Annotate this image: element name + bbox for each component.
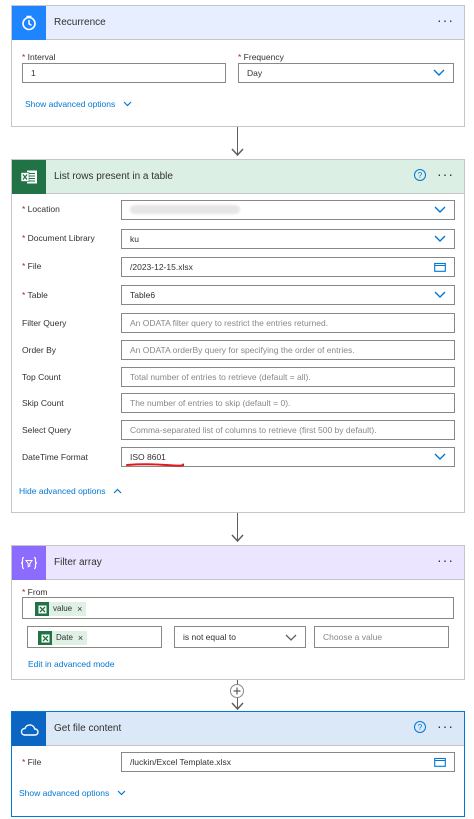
remove-token-icon[interactable]: × — [78, 629, 83, 647]
chevron-down-icon — [285, 634, 297, 641]
location-dropdown[interactable] — [121, 200, 455, 220]
filter-array-header[interactable]: Filter array ··· — [12, 546, 464, 580]
filter-array-more-icon[interactable]: ··· — [437, 553, 454, 567]
excel-icon-tile — [12, 160, 46, 194]
filter-query-label: Filter Query — [22, 318, 67, 328]
file-label: * File — [22, 261, 42, 271]
remove-token-icon[interactable]: × — [77, 600, 82, 618]
from-input[interactable]: value × — [22, 597, 454, 619]
add-step-button[interactable] — [230, 684, 244, 698]
datetime-format-label: DateTime Format — [22, 452, 88, 462]
get-file-value: /luckin/Excel Template.xlsx — [130, 757, 231, 767]
table-label: * Table — [22, 290, 48, 300]
red-underline-annotation — [126, 463, 184, 467]
list-rows-card: List rows present in a table ? ··· * Loc… — [11, 159, 465, 513]
excel-icon — [38, 631, 52, 646]
filter-array-title: Filter array — [54, 557, 102, 568]
top-count-label: Top Count — [22, 372, 61, 382]
folder-icon[interactable] — [434, 262, 446, 272]
date-token-label: Date — [56, 633, 73, 643]
help-icon[interactable]: ? — [414, 169, 426, 181]
location-label: * Location — [22, 204, 60, 214]
chevron-down-icon — [434, 453, 446, 460]
interval-input[interactable]: 1 — [22, 63, 226, 83]
frequency-label: * Frequency — [238, 52, 284, 62]
frequency-value: Day — [247, 68, 263, 78]
get-file-content-header[interactable]: Get file content ? ··· — [12, 712, 464, 746]
recurrence-title: Recurrence — [54, 17, 106, 28]
condition-left-input[interactable]: Date × — [27, 626, 162, 648]
edit-in-advanced-mode-link[interactable]: Edit in advanced mode — [28, 659, 114, 669]
value-token-label: value — [53, 604, 73, 614]
get-file-content-title: Get file content — [54, 723, 122, 734]
order-by-label: Order By — [22, 345, 57, 355]
onedrive-icon-tile — [12, 712, 46, 746]
file-value: /2023-12-15.xlsx — [130, 262, 193, 272]
recurrence-card: Recurrence ··· * Interval 1 * Frequency … — [11, 5, 465, 127]
value-token[interactable]: value × — [35, 600, 87, 618]
operator-dropdown[interactable]: is not equal to — [174, 626, 306, 648]
location-value-redacted — [130, 205, 240, 214]
list-rows-more-icon[interactable]: ··· — [437, 167, 454, 181]
recurrence-icon-tile — [12, 6, 46, 40]
skip-count-label: Skip Count — [22, 398, 64, 408]
recurrence-header[interactable]: Recurrence ··· — [12, 6, 464, 40]
skip-count-input[interactable]: The number of entries to skip (default =… — [121, 393, 455, 413]
document-library-label: * Document Library — [22, 233, 95, 243]
get-file-picker-input[interactable]: /luckin/Excel Template.xlsx — [121, 752, 455, 772]
chevron-down-icon — [434, 206, 446, 213]
filter-array-icon-tile — [12, 546, 46, 580]
top-count-input[interactable]: Total number of entries to retrieve (def… — [121, 367, 455, 387]
document-library-value: ku — [130, 234, 139, 244]
select-query-input[interactable]: Comma-separated list of columns to retri… — [121, 420, 455, 440]
interval-label: * Interval — [22, 52, 56, 62]
arrow-down-icon — [231, 534, 244, 542]
help-icon[interactable]: ? — [414, 721, 426, 733]
arrow-down-icon — [231, 702, 244, 710]
clock-icon — [22, 15, 36, 31]
excel-icon — [20, 170, 37, 184]
list-rows-title: List rows present in a table — [54, 171, 173, 182]
date-token[interactable]: Date × — [38, 629, 88, 647]
folder-icon[interactable] — [434, 757, 446, 767]
list-rows-header[interactable]: List rows present in a table ? ··· — [12, 160, 464, 194]
table-dropdown[interactable]: Table6 — [121, 285, 455, 305]
file-picker-input[interactable]: /2023-12-15.xlsx — [121, 257, 455, 277]
datetime-format-value: ISO 8601 — [130, 452, 166, 462]
hide-advanced-options-link[interactable]: Hide advanced options — [19, 486, 122, 496]
table-value: Table6 — [130, 290, 156, 300]
from-label: * From — [22, 587, 48, 597]
recurrence-more-icon[interactable]: ··· — [437, 13, 454, 27]
chevron-down-icon — [434, 291, 446, 298]
arrow-down-icon — [231, 148, 244, 156]
operator-value: is not equal to — [183, 632, 236, 642]
frequency-dropdown[interactable]: Day — [238, 63, 454, 83]
filter-array-card: Filter array ··· * From value × Date × i… — [11, 545, 465, 680]
chevron-up-icon — [113, 488, 122, 494]
filter-braces-icon — [20, 556, 38, 570]
get-file-content-more-icon[interactable]: ··· — [437, 719, 454, 733]
show-advanced-options-link[interactable]: Show advanced options — [19, 788, 126, 798]
cloud-icon — [20, 723, 39, 736]
filter-query-input[interactable]: An ODATA filter query to restrict the en… — [121, 313, 455, 333]
chevron-down-icon — [434, 235, 446, 242]
chevron-down-icon — [123, 101, 132, 107]
get-file-content-card: Get file content ? ··· * File /luckin/Ex… — [11, 711, 465, 817]
select-query-label: Select Query — [22, 425, 72, 435]
show-advanced-options-link[interactable]: Show advanced options — [25, 99, 132, 109]
document-library-dropdown[interactable]: ku — [121, 229, 455, 249]
chevron-down-icon — [433, 69, 445, 76]
chevron-down-icon — [117, 790, 126, 796]
get-file-label: * File — [22, 757, 42, 767]
plus-icon — [233, 687, 241, 695]
excel-icon — [35, 602, 49, 617]
condition-right-input[interactable]: Choose a value — [314, 626, 449, 648]
order-by-input[interactable]: An ODATA orderBy query for specifying th… — [121, 340, 455, 360]
